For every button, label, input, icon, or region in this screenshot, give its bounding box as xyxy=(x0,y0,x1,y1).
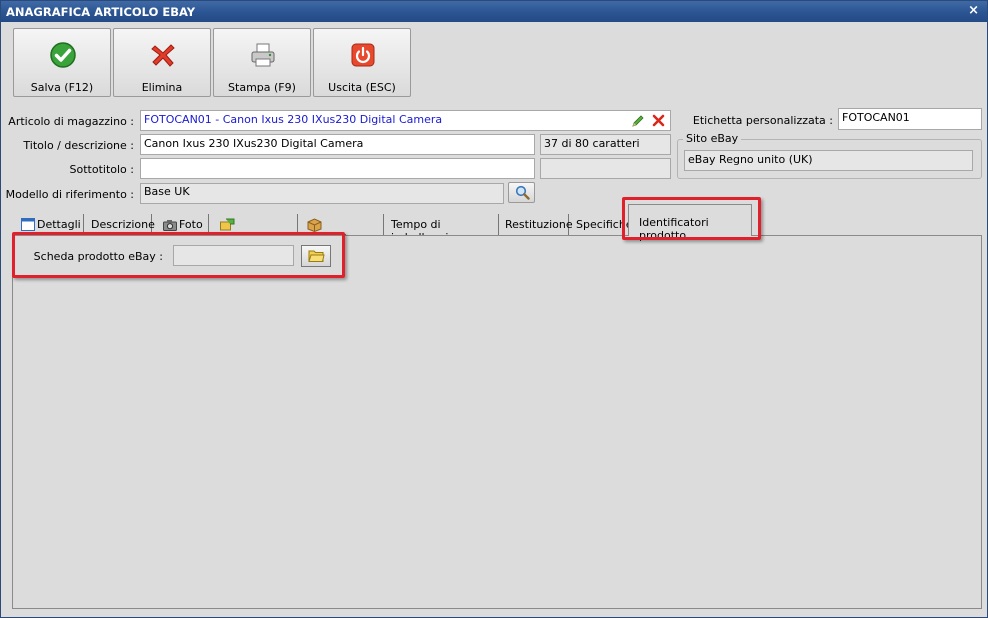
print-button[interactable]: Stampa (F9) xyxy=(213,28,311,97)
exit-button[interactable]: Uscita (ESC) xyxy=(313,28,411,97)
sottotitolo-label: Sottotitolo : xyxy=(69,163,134,176)
delete-button-label: Elimina xyxy=(141,81,183,94)
titolo-counter: 37 di 80 caratteri xyxy=(540,134,671,155)
tab-tempo-imballaggio[interactable]: Tempo di imballaggio xyxy=(385,214,499,244)
etichetta-field[interactable]: FOTOCAN01 xyxy=(838,108,982,130)
search-model-button[interactable] xyxy=(508,182,535,203)
power-icon xyxy=(351,43,375,67)
etichetta-label: Etichetta personalizzata : xyxy=(692,114,833,127)
camera-icon xyxy=(163,220,177,231)
tab-specifiche[interactable]: Specifiche xyxy=(570,214,633,235)
modello-label: Modello di riferimento : xyxy=(5,188,134,201)
title-bar: ANAGRAFICA ARTICOLO EBAY × xyxy=(1,1,987,22)
tab-label: Descrizione xyxy=(91,218,155,231)
tab-label: Dettagli xyxy=(37,218,81,231)
titolo-field[interactable]: Canon Ixus 230 IXus230 Digital Camera xyxy=(140,134,535,155)
delete-button[interactable]: Elimina xyxy=(113,28,211,97)
window-icon xyxy=(21,218,35,231)
exit-button-label: Uscita (ESC) xyxy=(328,81,396,94)
tab-label: Foto xyxy=(179,218,203,231)
tab-panel xyxy=(12,235,982,609)
window-title: ANAGRAFICA ARTICOLO EBAY xyxy=(6,5,196,19)
sito-ebay-title: Sito eBay xyxy=(683,132,742,145)
modello-field: Base UK xyxy=(140,183,504,204)
print-button-label: Stampa (F9) xyxy=(228,81,296,94)
articolo-label: Articolo di magazzino : xyxy=(8,115,134,128)
window: ANAGRAFICA ARTICOLO EBAY × Salva (F12) E… xyxy=(0,0,988,618)
check-icon xyxy=(50,42,76,68)
save-button[interactable]: Salva (F12) xyxy=(13,28,111,97)
tab-label: Restituzione xyxy=(505,218,573,231)
magnifier-icon xyxy=(515,185,530,200)
sottotitolo-field[interactable] xyxy=(140,158,535,179)
edit-pencil-icon[interactable] xyxy=(631,114,645,128)
highlight-field-box xyxy=(12,232,345,278)
articolo-value: FOTOCAN01 - Canon Ixus 230 IXus230 Digit… xyxy=(144,113,443,126)
package-icon xyxy=(307,218,322,232)
clear-x-icon[interactable] xyxy=(652,114,665,127)
tab-restituzione[interactable]: Restituzione xyxy=(500,214,573,235)
sito-ebay-field: eBay Regno unito (UK) xyxy=(684,150,973,171)
delete-icon xyxy=(151,44,175,67)
payment-icon xyxy=(220,218,235,231)
close-icon[interactable]: × xyxy=(968,3,979,18)
sottotitolo-counter xyxy=(540,158,671,179)
printer-icon xyxy=(251,43,275,67)
save-button-label: Salva (F12) xyxy=(30,81,94,94)
articolo-field[interactable]: FOTOCAN01 - Canon Ixus 230 IXus230 Digit… xyxy=(140,110,671,131)
highlight-tab-box xyxy=(622,197,761,240)
titolo-label: Titolo / descrizione : xyxy=(23,139,134,152)
